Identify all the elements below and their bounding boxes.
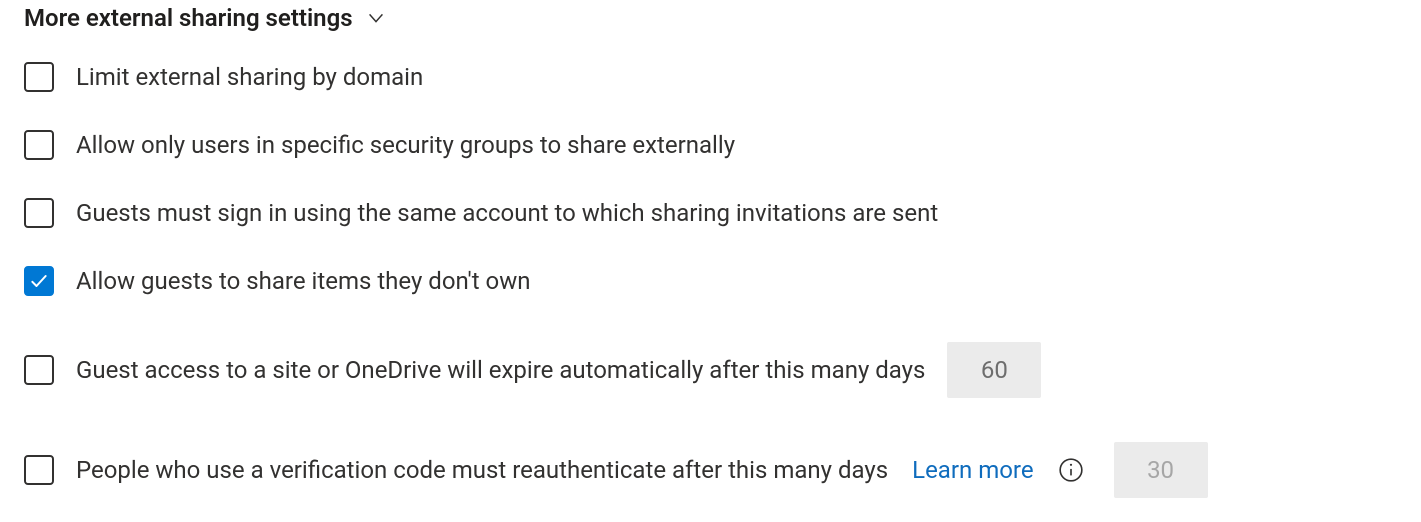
spacer — [24, 332, 1397, 342]
input-verification-reauth-days[interactable] — [1114, 442, 1208, 498]
checkbox-guest-expire[interactable] — [24, 355, 54, 385]
option-verification-reauth: People who use a verification code must … — [24, 442, 1397, 498]
option-guests-same-account: Guests must sign in using the same accou… — [24, 196, 1397, 230]
chevron-down-icon — [365, 7, 387, 29]
info-icon[interactable] — [1058, 457, 1084, 483]
checkbox-guests-share-not-own[interactable] — [24, 266, 54, 296]
label-guests-share-not-own: Allow guests to share items they don't o… — [76, 267, 531, 296]
input-guest-expire-days[interactable] — [947, 342, 1041, 398]
label-guest-expire: Guest access to a site or OneDrive will … — [76, 356, 925, 385]
option-security-groups: Allow only users in specific security gr… — [24, 128, 1397, 162]
checkbox-guests-same-account[interactable] — [24, 198, 54, 228]
checkbox-verification-reauth[interactable] — [24, 455, 54, 485]
option-limit-by-domain: Limit external sharing by domain — [24, 60, 1397, 94]
option-guests-share-not-own: Allow guests to share items they don't o… — [24, 264, 1397, 298]
label-security-groups: Allow only users in specific security gr… — [76, 131, 735, 160]
label-limit-by-domain: Limit external sharing by domain — [76, 63, 423, 92]
section-title: More external sharing settings — [24, 4, 353, 32]
option-guest-expire: Guest access to a site or OneDrive will … — [24, 342, 1397, 398]
label-verification-reauth: People who use a verification code must … — [76, 456, 888, 485]
checkbox-limit-by-domain[interactable] — [24, 62, 54, 92]
section-toggle-more-external-sharing[interactable]: More external sharing settings — [24, 4, 1397, 32]
learn-more-link[interactable]: Learn more — [912, 456, 1033, 484]
label-guests-same-account: Guests must sign in using the same accou… — [76, 199, 938, 228]
checkbox-security-groups[interactable] — [24, 130, 54, 160]
spacer — [24, 432, 1397, 442]
